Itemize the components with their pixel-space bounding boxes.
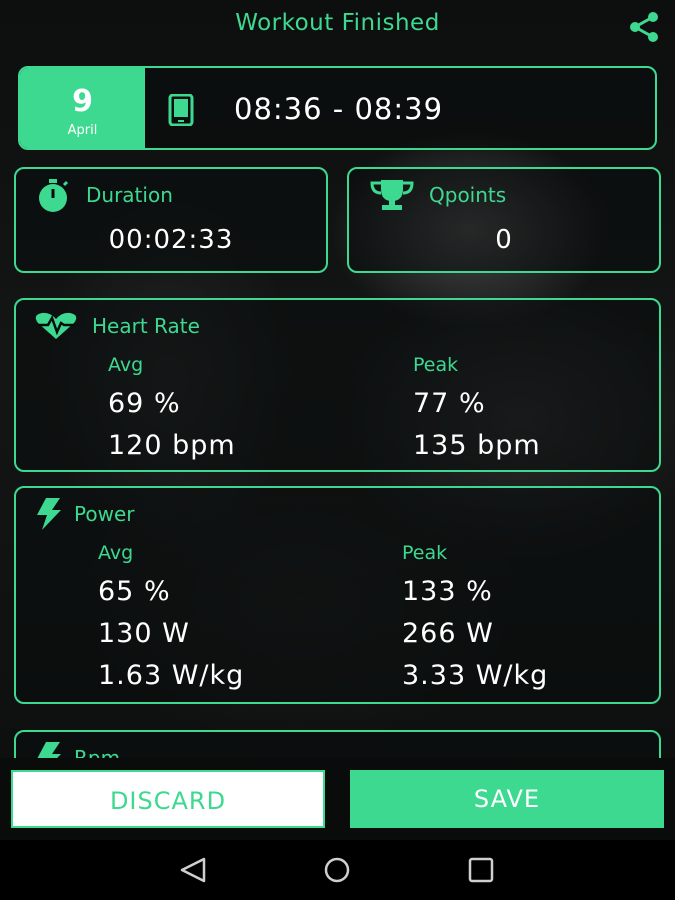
power-label: Power bbox=[74, 502, 135, 526]
heart-rate-avg-bpm: 120 bpm bbox=[108, 430, 236, 461]
back-icon[interactable] bbox=[178, 856, 208, 884]
power-avg-wkg: 1.63 W/kg bbox=[98, 660, 245, 691]
share-icon[interactable] bbox=[627, 10, 661, 44]
qpoints-value: 0 bbox=[495, 225, 513, 255]
date-month: April bbox=[67, 123, 98, 138]
page-title: Workout Finished bbox=[235, 10, 440, 36]
stopwatch-icon bbox=[39, 179, 69, 212]
save-button[interactable]: SAVE bbox=[350, 770, 664, 828]
trophy-icon bbox=[370, 180, 414, 210]
qpoints-label: Qpoints bbox=[429, 183, 507, 207]
discard-button[interactable]: DISCARD bbox=[11, 770, 325, 828]
session-time-range: 08:36 - 08:39 bbox=[234, 92, 444, 126]
power-card: Power Avg Peak 65 % 133 % 130 W 266 W 1.… bbox=[14, 486, 661, 704]
recents-icon[interactable] bbox=[466, 856, 496, 884]
home-icon[interactable] bbox=[322, 856, 352, 884]
phone-icon bbox=[168, 94, 194, 126]
action-bar: DISCARD SAVE bbox=[0, 758, 675, 840]
heart-rate-label: Heart Rate bbox=[92, 314, 200, 338]
heart-rate-card: Heart Rate Avg Peak 69 % 77 % 120 bpm 13… bbox=[14, 298, 661, 472]
power-peak-label: Peak bbox=[402, 542, 448, 564]
heart-rate-avg-label: Avg bbox=[108, 354, 144, 376]
duration-label: Duration bbox=[86, 183, 173, 207]
power-peak-percent: 133 % bbox=[402, 576, 493, 607]
heart-rate-peak-label: Peak bbox=[413, 354, 459, 376]
heart-rate-peak-bpm: 135 bpm bbox=[413, 430, 541, 461]
date-day: 9 bbox=[72, 84, 93, 119]
power-avg-percent: 65 % bbox=[98, 576, 171, 607]
duration-value: 00:02:33 bbox=[108, 225, 234, 255]
qpoints-card: Qpoints 0 bbox=[347, 167, 661, 273]
heart-rate-icon bbox=[35, 312, 77, 339]
date-badge: 9 April bbox=[20, 68, 145, 148]
session-date-card: 9 April 08:36 - 08:39 bbox=[18, 66, 657, 150]
duration-card: Duration 00:02:33 bbox=[14, 167, 328, 273]
heart-rate-avg-percent: 69 % bbox=[108, 388, 181, 419]
power-avg-label: Avg bbox=[98, 542, 134, 564]
power-peak-wkg: 3.33 W/kg bbox=[402, 660, 549, 691]
system-navigation-bar bbox=[0, 840, 675, 900]
power-peak-watts: 266 W bbox=[402, 618, 494, 649]
power-avg-watts: 130 W bbox=[98, 618, 190, 649]
app-header: Workout Finished bbox=[0, 0, 675, 50]
heart-rate-peak-percent: 77 % bbox=[413, 388, 486, 419]
lightning-icon bbox=[37, 498, 61, 530]
